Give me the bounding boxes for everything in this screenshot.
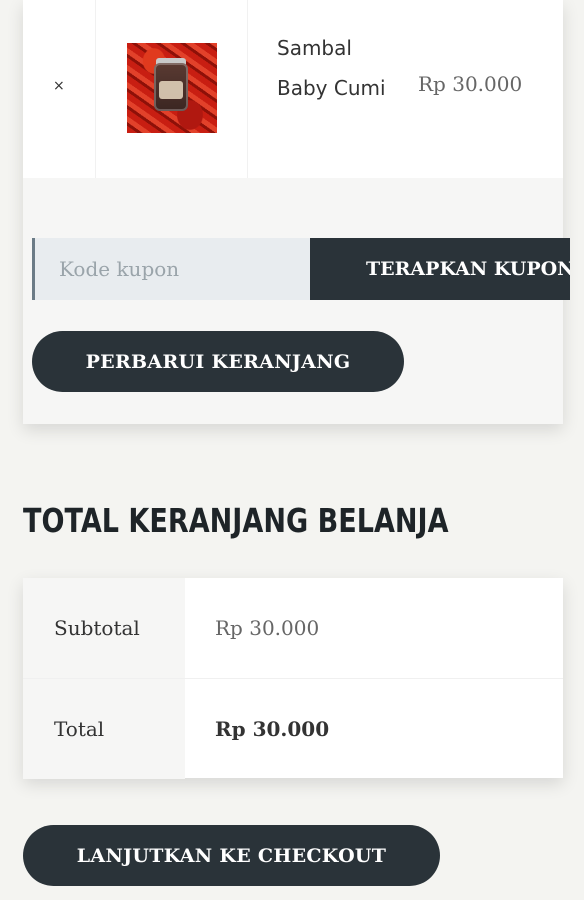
- cart-page: × Sambal Baby Cumi Rp 30.000 TERAPKAN KU…: [0, 0, 584, 900]
- column-divider: [95, 0, 96, 178]
- product-name-link[interactable]: Sambal Baby Cumi: [277, 28, 387, 108]
- jar-label: [159, 81, 183, 99]
- update-cart-button[interactable]: PERBARUI KERANJANG: [32, 331, 404, 392]
- remove-item-icon[interactable]: ×: [53, 78, 65, 94]
- cart-totals-table: Subtotal Rp 30.000 Total Rp 30.000: [23, 578, 563, 779]
- total-row: Total Rp 30.000: [23, 678, 563, 779]
- product-price: Rp 30.000: [418, 72, 523, 96]
- subtotal-label: Subtotal: [23, 578, 185, 678]
- coupon-code-input[interactable]: [32, 238, 310, 300]
- total-value: Rp 30.000: [215, 717, 330, 741]
- proceed-to-checkout-button[interactable]: LANJUTKAN KE CHECKOUT: [23, 825, 440, 886]
- subtotal-value: Rp 30.000: [215, 616, 320, 640]
- total-label: Total: [23, 679, 185, 779]
- subtotal-row: Subtotal Rp 30.000: [23, 578, 563, 678]
- product-thumbnail[interactable]: [127, 43, 217, 133]
- cart-totals-heading: TOTAL KERANJANG BELANJA: [23, 501, 449, 540]
- cart-item-row: × Sambal Baby Cumi Rp 30.000: [23, 0, 563, 178]
- apply-coupon-button[interactable]: TERAPKAN KUPON: [310, 238, 570, 300]
- column-divider: [247, 0, 248, 178]
